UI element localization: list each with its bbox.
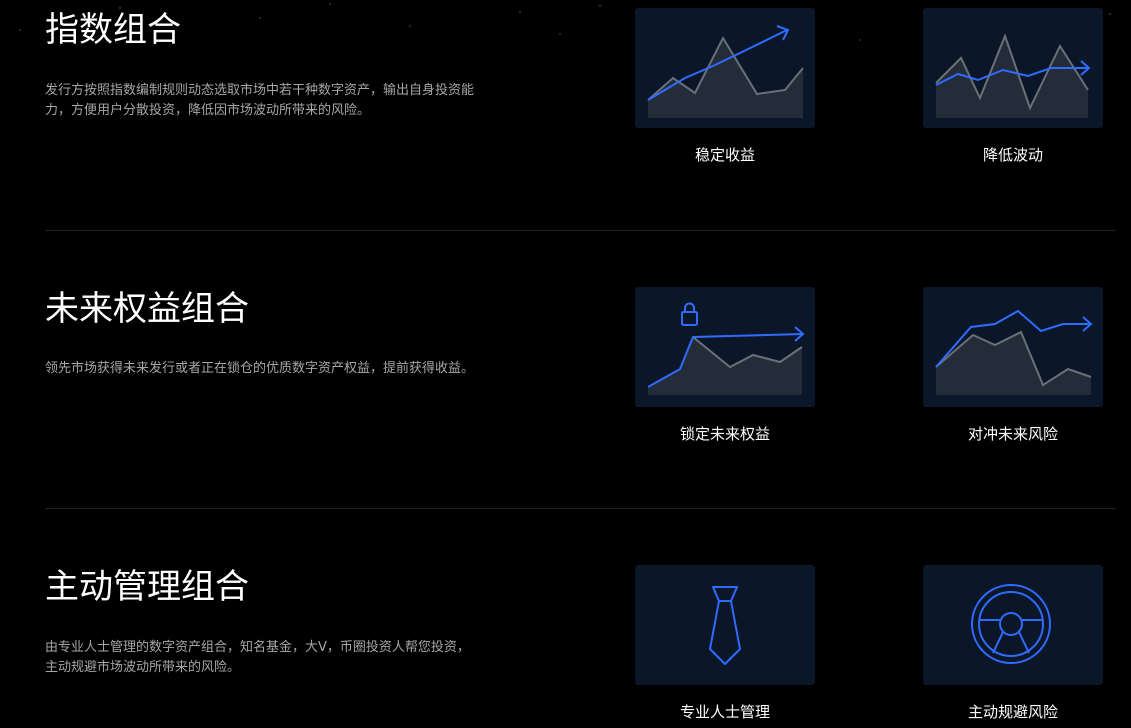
necktie-icon — [635, 565, 815, 685]
smoothed-volatility-chart-icon — [923, 8, 1103, 128]
portfolio-page: 指数组合 发行方按照指数编制规则动态选取市场中若干种数字资产，输出自身投资能力，… — [0, 0, 1131, 728]
card-label: 降低波动 — [982, 146, 1043, 164]
section-divider — [45, 230, 1116, 231]
section-description: 领先市场获得未来发行或者正在锁仓的优质数字资产权益，提前获得收益。 — [45, 361, 475, 376]
card-label: 主动规避风险 — [967, 703, 1058, 721]
steering-wheel-icon — [923, 565, 1103, 685]
card-label: 稳定收益 — [694, 146, 755, 164]
section-description: 发行方按照指数编制规则动态选取市场中若干种数字资产，输出自身投资能力，方便用户分… — [45, 83, 475, 118]
rising-trend-chart-icon — [635, 8, 815, 128]
card-label: 对冲未来风险 — [967, 425, 1058, 443]
section-title: 主动管理组合 — [45, 567, 249, 607]
card-label: 锁定未来权益 — [679, 425, 770, 443]
locked-trend-chart-icon — [635, 287, 815, 407]
card-label: 专业人士管理 — [679, 703, 770, 721]
section-divider — [45, 508, 1116, 509]
section-title: 未来权益组合 — [45, 289, 249, 329]
hedge-chart-icon — [923, 287, 1103, 407]
section-description: 由专业人士管理的数字资产组合，知名基金，大V，币圈投资人帮您投资，主动规避市场波… — [45, 640, 470, 675]
section-title: 指数组合 — [45, 10, 181, 50]
